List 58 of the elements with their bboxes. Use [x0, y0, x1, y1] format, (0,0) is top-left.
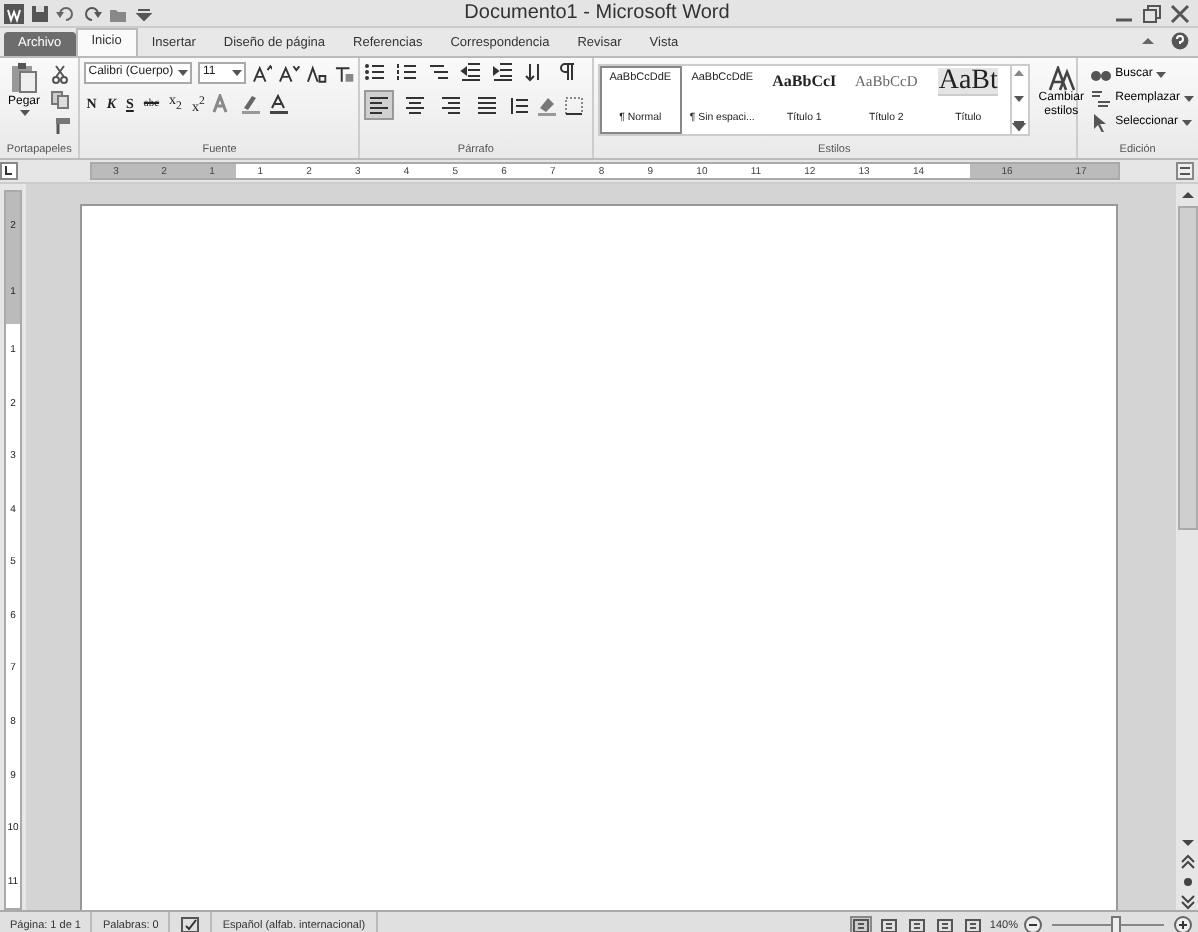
- bullets-icon[interactable]: [364, 62, 387, 82]
- shrink-font-icon[interactable]: [278, 63, 301, 83]
- view-ruler-icon[interactable]: [1176, 162, 1194, 180]
- scroll-down-icon[interactable]: [1179, 836, 1195, 850]
- multilevel-list-icon[interactable]: [428, 62, 451, 82]
- browse-object-icon[interactable]: [1179, 874, 1195, 890]
- caret-icon: [1182, 119, 1192, 125]
- scroll-down-icon[interactable]: [1012, 94, 1027, 104]
- caret-icon: [1156, 71, 1167, 77]
- tab-selector-icon[interactable]: [0, 162, 18, 180]
- numbering-icon[interactable]: [396, 62, 419, 82]
- borders-icon[interactable]: [564, 95, 587, 115]
- proofing-icon[interactable]: [180, 916, 201, 932]
- letters-icon: [1047, 66, 1076, 92]
- line-spacing-icon[interactable]: [508, 95, 531, 115]
- window-title: Documento1 - Microsoft Word: [462, 2, 732, 24]
- zoom-slider-thumb[interactable]: [1110, 916, 1121, 932]
- zoom-in-icon[interactable]: [1174, 916, 1192, 932]
- customize-icon[interactable]: [134, 3, 154, 23]
- clear-format-icon[interactable]: [333, 63, 355, 83]
- help-icon[interactable]: [1170, 32, 1190, 50]
- word-icon[interactable]: [4, 3, 24, 23]
- increase-indent-icon[interactable]: [492, 62, 515, 82]
- scrollbar-thumb[interactable]: [1177, 206, 1197, 530]
- highlight-icon[interactable]: [240, 94, 263, 115]
- view-button[interactable]: [933, 915, 956, 932]
- replace-icon[interactable]: [1089, 88, 1112, 108]
- save-icon[interactable]: [30, 3, 50, 23]
- change-case-icon[interactable]: [306, 63, 328, 83]
- decrease-indent-icon[interactable]: [460, 62, 483, 82]
- pilcrow-icon[interactable]: [556, 62, 579, 82]
- close-icon[interactable]: [1170, 3, 1190, 23]
- undo-icon[interactable]: [56, 3, 76, 23]
- view-button[interactable]: [877, 915, 900, 932]
- minimize-ribbon-icon[interactable]: [1138, 32, 1158, 50]
- font-color-icon[interactable]: [268, 94, 291, 115]
- more-styles-icon[interactable]: [1012, 120, 1027, 132]
- shading-icon[interactable]: [536, 95, 559, 115]
- scroll-up-icon[interactable]: [1179, 188, 1195, 202]
- redo-icon[interactable]: [82, 3, 102, 23]
- caret-icon: [231, 70, 242, 76]
- copy-icon[interactable]: [50, 90, 73, 110]
- zoom-out-icon[interactable]: [1024, 916, 1042, 932]
- cut-icon[interactable]: [50, 64, 73, 84]
- align-left-button[interactable]: [364, 90, 395, 120]
- next-page-icon[interactable]: [1179, 894, 1195, 910]
- view-button[interactable]: [961, 915, 984, 932]
- caret-icon: [178, 70, 189, 76]
- previous-page-icon[interactable]: [1179, 854, 1195, 870]
- caret-icon: [19, 110, 29, 116]
- grow-font-icon[interactable]: [251, 63, 273, 83]
- view-button[interactable]: [905, 915, 928, 932]
- restore-icon[interactable]: [1142, 3, 1162, 23]
- view-button[interactable]: [849, 915, 872, 932]
- scroll-up-icon[interactable]: [1012, 68, 1027, 78]
- caret-icon: [1184, 95, 1194, 101]
- format-painter-icon[interactable]: [50, 116, 73, 136]
- clipboard-icon: [10, 62, 38, 94]
